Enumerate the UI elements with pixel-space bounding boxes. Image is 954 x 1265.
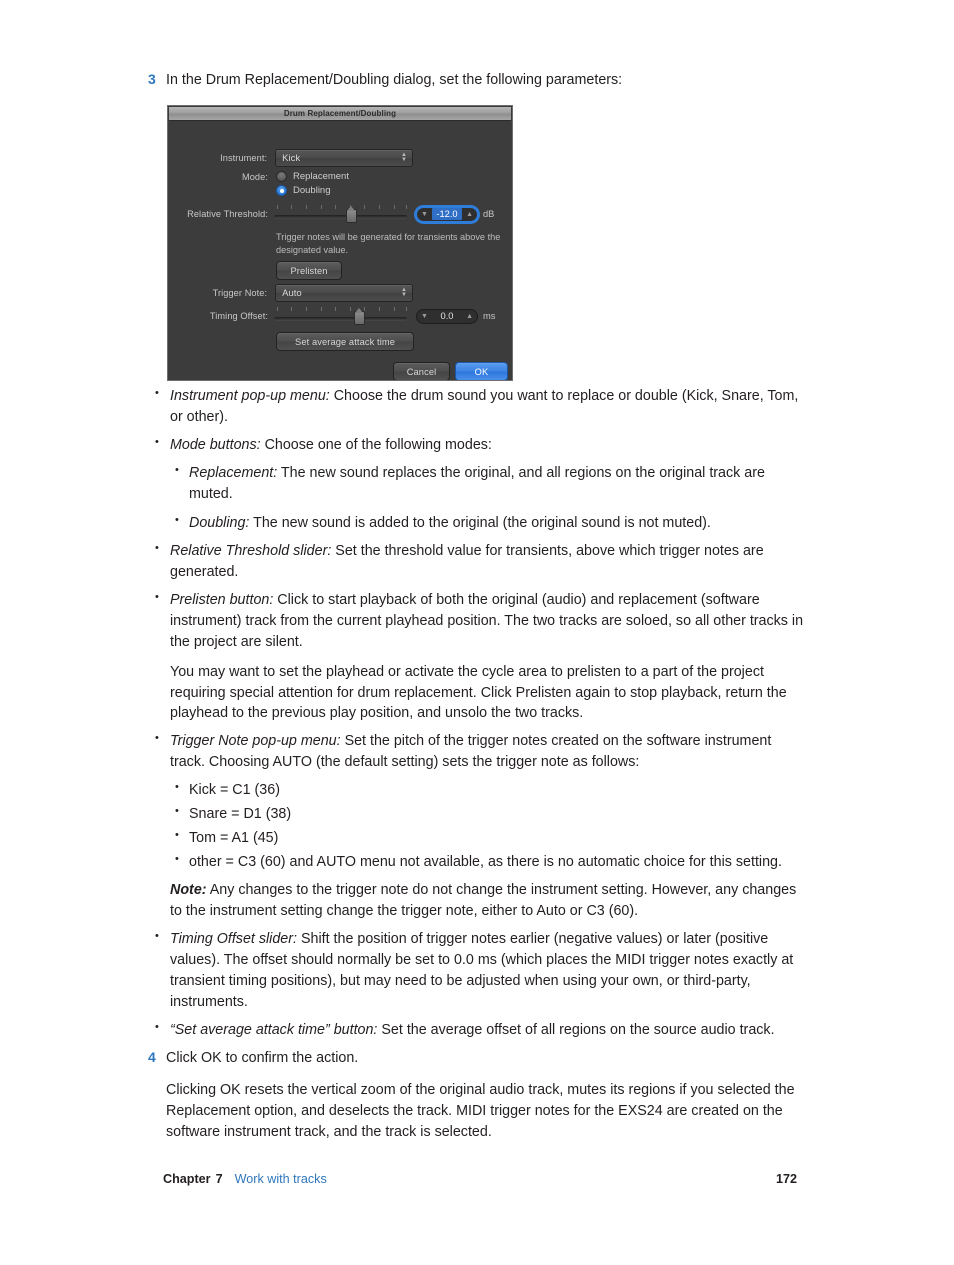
bullet-relative-threshold: Relative Threshold slider: Set the thres… (148, 540, 808, 583)
trigger-note-label: Trigger Note: (212, 288, 268, 298)
relative-threshold-stepper[interactable]: ▼ -12.0 ▲ (416, 206, 478, 222)
term-relative-threshold: Relative Threshold slider: (170, 543, 332, 560)
closing-paragraph: Clicking OK resets the vertical zoom of … (166, 1081, 795, 1140)
instrument-popup-menu[interactable]: Kick ▲ ▼ (275, 149, 413, 167)
slider-track (274, 215, 407, 219)
desc-set-average-attack: Set the average offset of all regions on… (377, 1021, 775, 1038)
chevron-updown-icon: ▲ ▼ (401, 287, 407, 298)
relative-threshold-slider[interactable] (274, 205, 407, 223)
chevron-updown-icon: ▲ ▼ (401, 152, 407, 163)
prelisten-button[interactable]: Prelisten (276, 261, 342, 280)
bullet-trigger-note: Trigger Note pop-up menu: Set the pitch … (148, 730, 808, 922)
relative-threshold-label: Relative Threshold: (187, 209, 268, 219)
slider-ticks (274, 205, 407, 210)
note-label: Note: (170, 882, 207, 899)
instrument-label: Instrument: (220, 153, 268, 163)
timing-offset-row: Timing Offset: ▼ 0.0 ▲ ms (168, 307, 508, 325)
slider-ticks (274, 307, 407, 312)
dialog-titlebar: Drum Replacement/Doubling (169, 107, 511, 121)
drum-replacement-doubling-dialog: Drum Replacement/Doubling Instrument: Ki… (167, 105, 513, 381)
term-replacement: Replacement: (189, 464, 278, 481)
parameter-list: Instrument pop-up menu: Choose the drum … (148, 385, 808, 1041)
list-item: Snare = D1 (38) (170, 803, 808, 825)
radio-doubling-label: Doubling (293, 185, 331, 196)
bullet-set-average-attack: “Set average attack time” button: Set th… (148, 1019, 808, 1041)
trigger-note-row: Trigger Note: Auto ▲ ▼ (168, 284, 413, 302)
bullet-doubling: Doubling: The new sound is added to the … (170, 512, 808, 534)
trigger-note-popup-menu[interactable]: Auto ▲ ▼ (275, 284, 413, 302)
document-page: 3 In the Drum Replacement/Doubling dialo… (0, 0, 954, 1265)
stepper-down-icon[interactable]: ▼ (417, 211, 432, 218)
bullet-instrument-popup: Instrument pop-up menu: Choose the drum … (148, 385, 808, 428)
radio-doubling[interactable]: Doubling (276, 185, 331, 196)
timing-offset-label: Timing Offset: (209, 311, 268, 321)
term-mode-buttons: Mode buttons: (170, 437, 261, 454)
term-doubling: Doubling: (189, 514, 250, 531)
relative-threshold-row: Relative Threshold: ▼ -12.0 ▲ dB (168, 205, 508, 223)
note-text: Any changes to the trigger note do not c… (170, 882, 797, 920)
mode-row-replacement: Mode: Replacement (168, 171, 349, 182)
step-3-text: In the Drum Replacement/Doubling dialog,… (166, 72, 623, 88)
step-4-number: 4 (148, 1048, 156, 1065)
dialog-title: Drum Replacement/Doubling (283, 109, 397, 118)
term-prelisten: Prelisten button: (170, 592, 274, 609)
timing-offset-stepper[interactable]: ▼ 0.0 ▲ (416, 308, 478, 324)
footer-chapter-title-link[interactable]: Work with tracks (235, 1172, 327, 1186)
stepper-up-icon[interactable]: ▲ (462, 211, 477, 218)
timing-offset-unit: ms (483, 311, 496, 321)
timing-offset-slider[interactable] (274, 307, 407, 325)
instrument-popup-value: Kick (282, 152, 301, 164)
term-timing-offset: Timing Offset slider: (170, 931, 297, 948)
term-instrument-popup: Instrument pop-up menu: (170, 388, 330, 405)
footer-chapter-word: Chapter (163, 1172, 211, 1186)
slider-track (274, 317, 407, 321)
step-4: 4 Click OK to confirm the action. (148, 1048, 808, 1068)
step-3: 3 In the Drum Replacement/Doubling dialo… (148, 70, 808, 90)
step-3-number: 3 (148, 71, 156, 87)
stepper-down-icon[interactable]: ▼ (417, 313, 432, 320)
bullet-replacement: Replacement: The new sound replaces the … (170, 462, 808, 505)
radio-doubling-icon (276, 185, 287, 196)
list-item: other = C3 (60) and AUTO menu not availa… (170, 851, 808, 873)
relative-threshold-unit: dB (483, 209, 495, 219)
mode-label: Mode: (241, 171, 268, 182)
radio-replacement-label: Replacement (293, 171, 349, 182)
step-4-text: Click OK to confirm the action. (166, 1049, 359, 1066)
term-trigger-note: Trigger Note pop-up menu: (170, 733, 341, 750)
cancel-button[interactable]: Cancel (393, 362, 450, 380)
mode-row-doubling: Doubling (168, 185, 331, 196)
threshold-help-text: Trigger notes will be generated for tran… (276, 232, 501, 255)
radio-replacement[interactable]: Replacement (276, 171, 349, 182)
slider-thumb[interactable] (346, 206, 358, 223)
relative-threshold-value[interactable]: -12.0 (431, 208, 463, 220)
ok-button[interactable]: OK (455, 362, 508, 380)
radio-replacement-icon (276, 171, 287, 182)
slider-thumb[interactable] (354, 308, 366, 325)
note-paragraph: Note: Any changes to the trigger note do… (170, 880, 808, 922)
instrument-row: Instrument: Kick ▲ ▼ (168, 149, 413, 167)
bullet-timing-offset: Timing Offset slider: Shift the position… (148, 928, 808, 1012)
set-average-attack-time-button[interactable]: Set average attack time (276, 332, 414, 351)
trigger-note-sublist: Kick = C1 (36) Snare = D1 (38) Tom = A1 … (170, 779, 808, 873)
mode-sublist: Replacement: The new sound replaces the … (170, 462, 808, 534)
footer-chapter-number: 7 (215, 1172, 223, 1186)
prelisten-extra-paragraph: You may want to set the playhead or acti… (170, 663, 787, 722)
page-footer: Chapter 7 Work with tracks 172 (163, 1172, 797, 1186)
list-item: Kick = C1 (36) (170, 779, 808, 801)
bullet-prelisten: Prelisten button: Click to start playbac… (148, 589, 808, 724)
desc-doubling: The new sound is added to the original (… (249, 514, 711, 531)
stepper-up-icon[interactable]: ▲ (462, 313, 477, 320)
term-set-average-attack: “Set average attack time” button: (170, 1021, 378, 1038)
list-item: Tom = A1 (45) (170, 827, 808, 849)
dialog-body: Instrument: Kick ▲ ▼ Mode: Replacement Do (168, 121, 512, 380)
footer-page-number: 172 (775, 1172, 797, 1186)
desc-mode-buttons: Choose one of the following modes: (260, 437, 492, 454)
trigger-note-popup-value: Auto (282, 287, 302, 299)
bullet-mode-buttons: Mode buttons: Choose one of the followin… (148, 434, 808, 534)
timing-offset-value[interactable]: 0.0 (432, 311, 462, 321)
